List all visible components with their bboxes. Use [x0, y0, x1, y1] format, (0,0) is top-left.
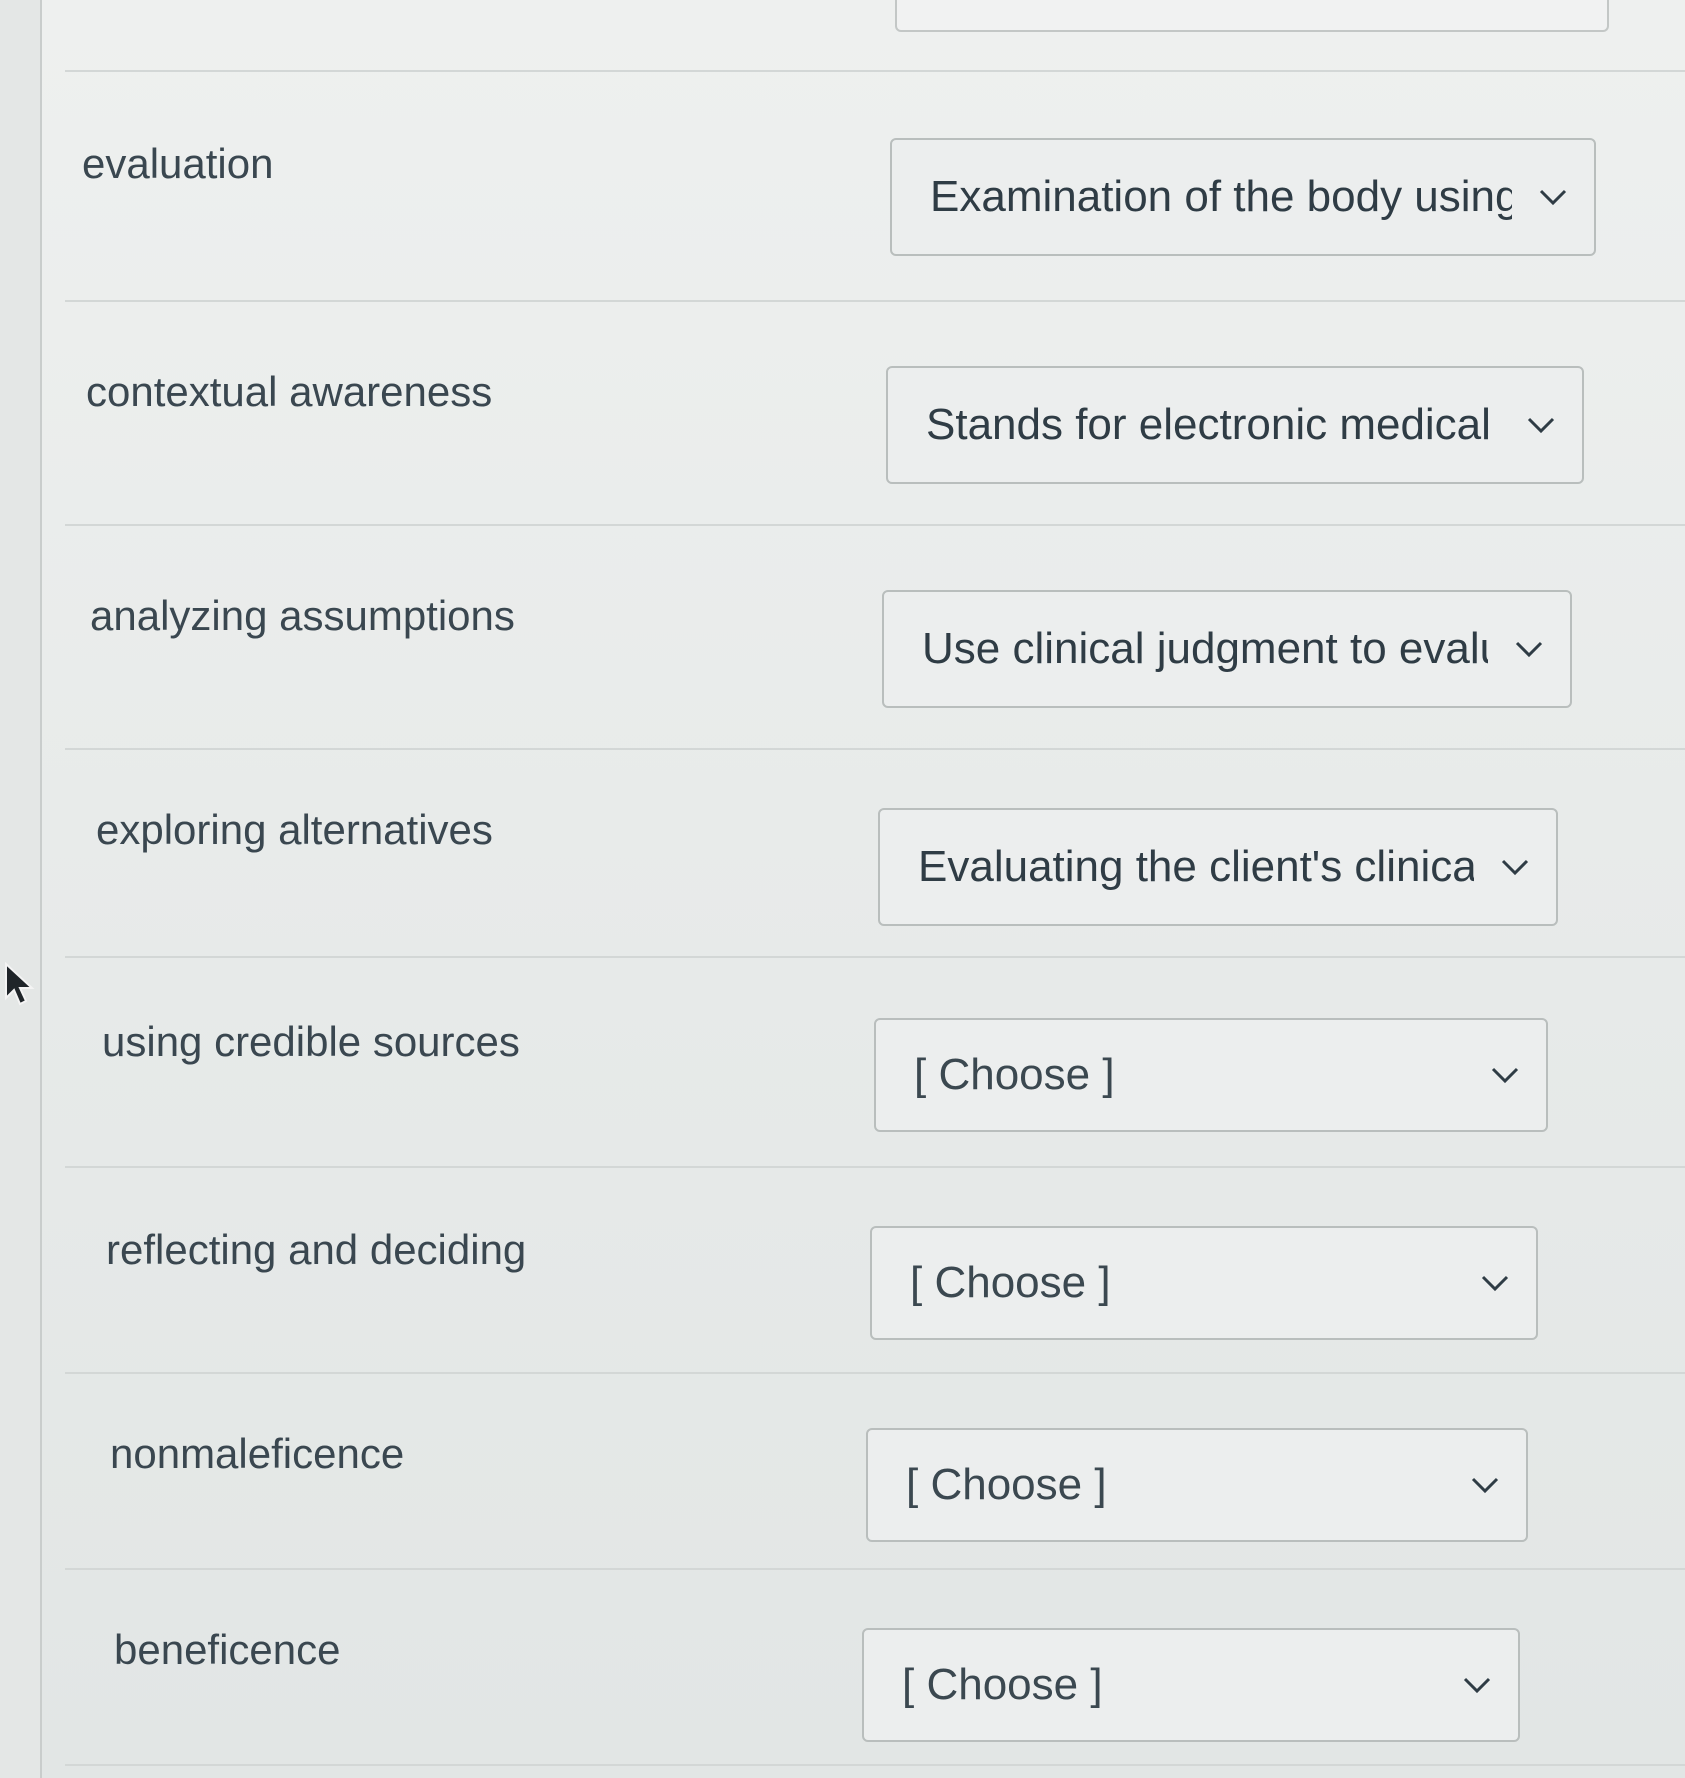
answer-select-value: [ Choose ]	[906, 1460, 1107, 1509]
row-divider	[65, 1568, 1685, 1570]
answer-select[interactable]: [ Choose ]	[866, 1428, 1528, 1542]
row-divider	[65, 956, 1685, 958]
chevron-down-icon	[1526, 415, 1556, 435]
term-label: using credible sources	[102, 1018, 520, 1065]
mouse-pointer-icon	[4, 961, 38, 1008]
chevron-down-icon	[1462, 1675, 1492, 1695]
left-border	[0, 0, 42, 1778]
answer-select-value: Stands for electronic medical r	[926, 400, 1500, 449]
row-divider	[65, 524, 1685, 526]
row-divider	[65, 1764, 1685, 1766]
answer-select[interactable]: [ Choose ]	[862, 1628, 1520, 1742]
term-label: analyzing assumptions	[90, 592, 515, 639]
answer-select[interactable]: [ Choose ]	[870, 1226, 1538, 1340]
answer-select[interactable]: Evaluating the client's clinical	[878, 808, 1558, 926]
answer-select[interactable]: Examination of the body using	[890, 138, 1596, 256]
chevron-down-icon	[1480, 1273, 1510, 1293]
row-divider	[65, 1372, 1685, 1374]
chevron-down-icon	[1490, 1065, 1520, 1085]
term-label: reflecting and deciding	[106, 1226, 527, 1273]
row-divider	[65, 70, 1685, 72]
term-label: beneficence	[114, 1626, 341, 1673]
term-label: nonmaleficence	[110, 1430, 405, 1477]
term-label: contextual awareness	[86, 368, 493, 415]
previous-answer-select[interactable]	[895, 0, 1609, 32]
answer-select-value: Use clinical judgment to evalu	[922, 624, 1488, 673]
term-label: exploring alternatives	[96, 806, 493, 853]
row-divider	[65, 748, 1685, 750]
answer-select-value: [ Choose ]	[914, 1050, 1115, 1099]
row-divider	[65, 1166, 1685, 1168]
answer-select-value: [ Choose ]	[902, 1660, 1103, 1709]
answer-select-value: Evaluating the client's clinical	[918, 842, 1474, 891]
answer-select[interactable]: Stands for electronic medical r	[886, 366, 1584, 484]
chevron-down-icon	[1500, 857, 1530, 877]
chevron-down-icon	[1470, 1475, 1500, 1495]
row-divider	[65, 300, 1685, 302]
chevron-down-icon	[1538, 187, 1568, 207]
answer-select-value: [ Choose ]	[910, 1258, 1111, 1307]
quiz-matching-page: evaluation Examination of the body using…	[0, 0, 1685, 1778]
answer-select[interactable]: Use clinical judgment to evalu	[882, 590, 1572, 708]
chevron-down-icon	[1514, 639, 1544, 659]
answer-select-value: Examination of the body using	[930, 172, 1512, 221]
answer-select[interactable]: [ Choose ]	[874, 1018, 1548, 1132]
term-label: evaluation	[82, 140, 274, 187]
